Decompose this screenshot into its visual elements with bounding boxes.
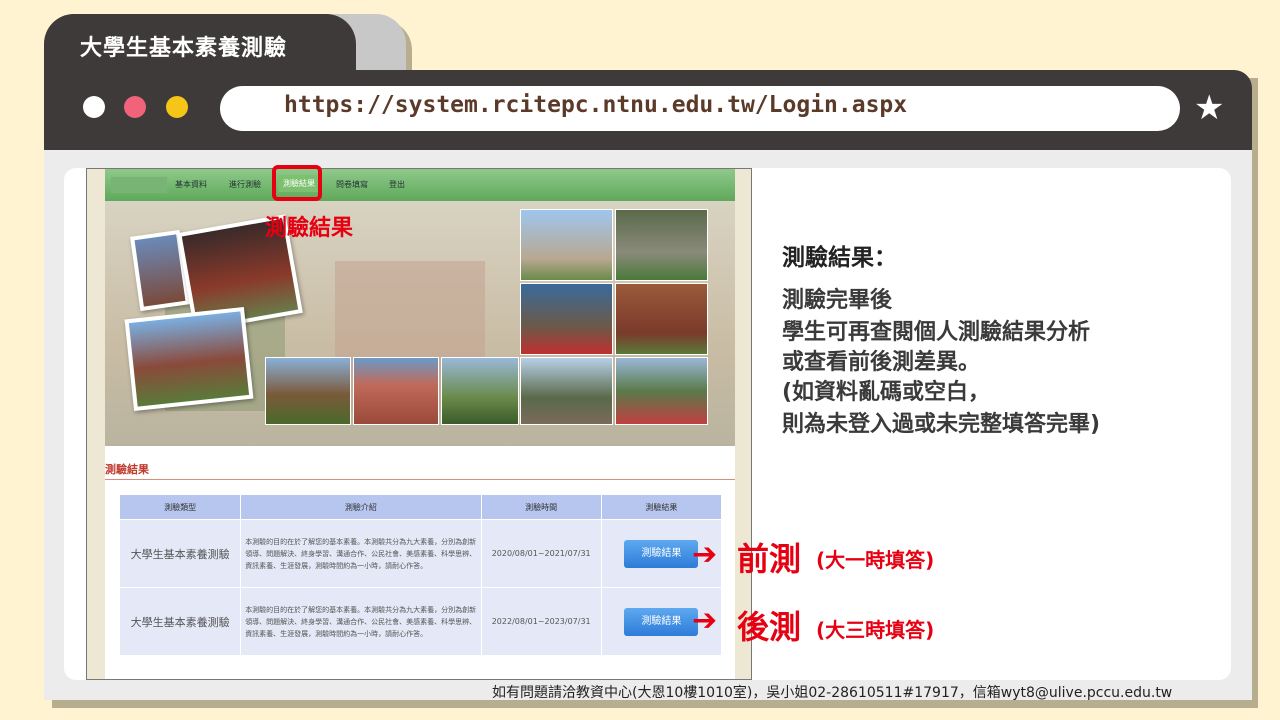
test-intro: 本測驗的目的在於了解您的基本素養。本測驗共分為九大素養，分別為創新領導、問題解決… — [240, 587, 482, 656]
campus-photo — [520, 209, 613, 281]
campus-photo — [615, 283, 708, 355]
col-header: 測驗時間 — [480, 494, 602, 520]
view-result-button[interactable]: 測驗結果 — [624, 607, 699, 636]
campus-photo — [615, 357, 708, 425]
col-header: 測驗結果 — [600, 494, 723, 520]
view-result-button[interactable]: 測驗結果 — [624, 539, 699, 568]
explain-line: (如資料亂碼或空白， — [782, 380, 991, 405]
col-header: 測驗介紹 — [240, 494, 482, 520]
explain-line: 或查看前後測差異。 — [782, 350, 981, 375]
star-icon[interactable]: ★ — [1194, 88, 1224, 128]
col-header: 測驗類型 — [118, 494, 242, 520]
site-screenshot: 基本資料 進行測驗 測驗結果 問卷填寫 登出 測驗結果 測驗類型 測驗介紹 測驗… — [86, 168, 752, 680]
nav-take-test[interactable]: 進行測驗 — [229, 179, 261, 190]
section-divider — [105, 479, 735, 480]
url-text[interactable]: https://system.rcitepc.ntnu.edu.tw/Login… — [284, 92, 907, 118]
table-row: 大學生基本素養測驗 本測驗的目的在於了解您的基本素養。本測驗共分為九大素養，分別… — [118, 587, 723, 656]
nav-highlight-callout: 測驗結果 — [265, 216, 354, 241]
results-table: 測驗類型 測驗介紹 測驗時間 測驗結果 大學生基本素養測驗 本測驗的目的在於了解… — [118, 494, 723, 656]
post-test-note: (大三時填答) — [816, 618, 935, 642]
explain-line: 則為未登入過或未完整填答完畢) — [782, 412, 1101, 437]
explain-title: 測驗結果： — [782, 245, 897, 271]
campus-banner — [105, 201, 735, 446]
test-type: 大學生基本素養測驗 — [118, 519, 242, 588]
test-type: 大學生基本素養測驗 — [118, 587, 242, 656]
campus-photo — [520, 357, 613, 425]
nav-logout[interactable]: 登出 — [389, 179, 405, 190]
arrow-right-icon: ➔ — [692, 537, 718, 572]
window-dot-white — [83, 96, 105, 118]
window-dot-yellow — [166, 96, 188, 118]
arrow-right-icon: ➔ — [692, 603, 718, 638]
nav-highlight-box — [272, 165, 322, 201]
section-title: 測驗結果 — [105, 463, 149, 476]
explain-line: 學生可再查閱個人測驗結果分析 — [782, 320, 1091, 345]
campus-photo — [265, 357, 351, 425]
window-dot-red — [124, 96, 146, 118]
site-nav-bar: 基本資料 進行測驗 測驗結果 問卷填寫 登出 — [105, 169, 735, 201]
campus-photo — [520, 283, 613, 355]
pre-test-note: (大一時填答) — [816, 548, 935, 572]
test-intro: 本測驗的目的在於了解您的基本素養。本測驗共分為九大素養，分別為創新領導、問題解決… — [240, 519, 482, 588]
campus-photo — [124, 306, 254, 412]
pre-test-label: 前測 — [737, 540, 802, 578]
campus-photo — [441, 357, 519, 425]
table-header-row: 測驗類型 測驗介紹 測驗時間 測驗結果 — [118, 494, 723, 520]
explain-line: 測驗完畢後 — [782, 288, 893, 313]
tab-title: 大學生基本素養測驗 — [80, 36, 288, 61]
test-time: 2020/08/01~2021/07/31 — [480, 519, 602, 588]
site-logo — [111, 177, 167, 193]
site-page: 基本資料 進行測驗 測驗結果 問卷填寫 登出 測驗結果 測驗類型 測驗介紹 測驗… — [105, 169, 735, 679]
campus-photo — [353, 357, 439, 425]
post-test-label: 後測 — [737, 608, 802, 646]
table-row: 大學生基本素養測驗 本測驗的目的在於了解您的基本素養。本測驗共分為九大素養，分別… — [118, 519, 723, 588]
contact-footer: 如有問題請洽教資中心(大恩10樓1010室)，吳小姐02-28610511#17… — [492, 685, 1173, 701]
campus-photo — [615, 209, 708, 281]
nav-questionnaire[interactable]: 問卷填寫 — [336, 179, 368, 190]
nav-basic-info[interactable]: 基本資料 — [175, 179, 207, 190]
test-time: 2022/08/01~2023/07/31 — [480, 587, 602, 656]
